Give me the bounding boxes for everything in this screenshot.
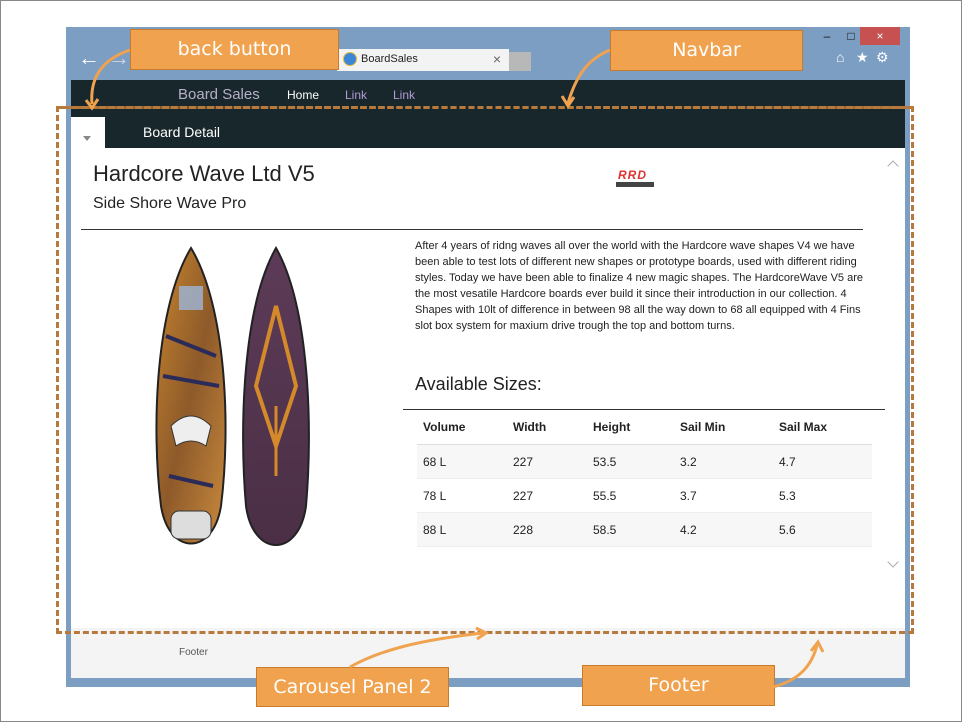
arrow-carousel: [349, 631, 484, 669]
annotation-arrows: [84, 48, 825, 689]
arrow-navbar: [566, 48, 611, 104]
arrow-back-button: [90, 48, 131, 105]
arrow-footer: [772, 644, 819, 689]
